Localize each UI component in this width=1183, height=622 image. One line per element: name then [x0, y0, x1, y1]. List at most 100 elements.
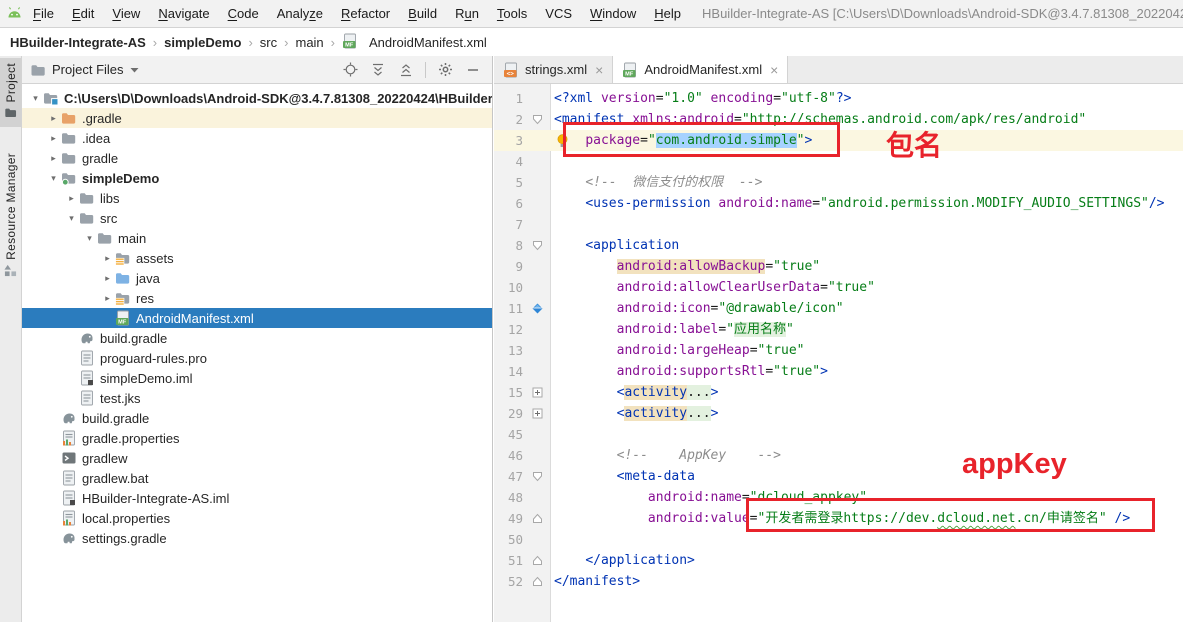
editor-tab-androidmanifest.xml[interactable]: MFAndroidManifest.xml×: [613, 56, 788, 83]
code-line-49[interactable]: 49 android:value="开发者需登录https://dev.dclo…: [494, 508, 1183, 529]
menu-item-help[interactable]: Help: [645, 6, 690, 21]
fold-marker-icon[interactable]: [528, 550, 547, 571]
fold-marker-icon[interactable]: [528, 571, 547, 592]
fold-marker-icon[interactable]: [528, 235, 547, 256]
collapse-all-icon[interactable]: [395, 59, 417, 81]
tree-item-res[interactable]: ▸res: [22, 288, 492, 308]
fold-marker-icon[interactable]: [528, 382, 547, 403]
menu-item-code[interactable]: Code: [219, 6, 268, 21]
code-line-7[interactable]: 7: [494, 214, 1183, 235]
tree-item-simpledemo[interactable]: ▾simpleDemo: [22, 168, 492, 188]
code-line-5[interactable]: 5 <!-- 微信支付的权限 -->: [494, 172, 1183, 193]
chevron-right-icon[interactable]: ▸: [46, 133, 61, 144]
hide-panel-icon[interactable]: [462, 59, 484, 81]
view-selector[interactable]: Project Files: [52, 62, 124, 77]
breadcrumb-item[interactable]: AndroidManifest.xml: [369, 35, 487, 50]
code-line-9[interactable]: 9 android:allowBackup="true": [494, 256, 1183, 277]
tree-item-libs[interactable]: ▸libs: [22, 188, 492, 208]
tree-item-gradle[interactable]: ▸gradle: [22, 148, 492, 168]
code-line-47[interactable]: 47 <meta-data: [494, 466, 1183, 487]
tree-item-test.jks[interactable]: test.jks: [22, 388, 492, 408]
tree-item-label: HBuilder-Integrate-AS.iml: [82, 491, 229, 506]
code-line-51[interactable]: 51 </application>: [494, 550, 1183, 571]
menu-item-edit[interactable]: Edit: [63, 6, 103, 21]
chevron-right-icon[interactable]: ▸: [46, 153, 61, 164]
tree-item-settings.gradle[interactable]: settings.gradle: [22, 528, 492, 548]
tree-item-proguard-rules.pro[interactable]: proguard-rules.pro: [22, 348, 492, 368]
code-line-1[interactable]: 1<?xml version="1.0" encoding="utf-8"?>: [494, 88, 1183, 109]
tree-item-gradle.properties[interactable]: gradle.properties: [22, 428, 492, 448]
tree-item-local.properties[interactable]: local.properties: [22, 508, 492, 528]
tree-item-simpledemo.iml[interactable]: simpleDemo.iml: [22, 368, 492, 388]
tree-item-gradlew[interactable]: gradlew: [22, 448, 492, 468]
chevron-right-icon[interactable]: ▸: [100, 273, 115, 284]
code-line-50[interactable]: 50: [494, 529, 1183, 550]
close-tab-icon[interactable]: ×: [770, 63, 778, 77]
code-line-2[interactable]: 2<manifest xmlns:android="http://schemas…: [494, 109, 1183, 130]
menu-item-refactor[interactable]: Refactor: [332, 6, 399, 21]
chevron-down-icon[interactable]: ▾: [28, 93, 43, 104]
code-line-52[interactable]: 52</manifest>: [494, 571, 1183, 592]
code-line-13[interactable]: 13 android:largeHeap="true": [494, 340, 1183, 361]
code-line-15[interactable]: 15 <activity...>: [494, 382, 1183, 403]
fold-marker-icon[interactable]: [528, 466, 547, 487]
settings-gear-icon[interactable]: [434, 59, 456, 81]
menu-item-build[interactable]: Build: [399, 6, 446, 21]
stripe-tab-resource-manager[interactable]: Resource Manager: [0, 148, 21, 285]
code-line-11[interactable]: 11 android:icon="@drawable/icon": [494, 298, 1183, 319]
code-line-14[interactable]: 14 android:supportsRtl="true">: [494, 361, 1183, 382]
tree-item-java[interactable]: ▸java: [22, 268, 492, 288]
fold-marker-icon[interactable]: [528, 508, 547, 529]
breadcrumb-item[interactable]: HBuilder-Integrate-AS: [10, 35, 146, 50]
menu-item-tools[interactable]: Tools: [488, 6, 536, 21]
code-line-8[interactable]: 8 <application: [494, 235, 1183, 256]
close-tab-icon[interactable]: ×: [595, 63, 603, 77]
tree-item-.gradle[interactable]: ▸.gradle: [22, 108, 492, 128]
menu-item-analyze[interactable]: Analyze: [268, 6, 332, 21]
code-line-12[interactable]: 12 android:label="应用名称": [494, 319, 1183, 340]
fold-marker-icon[interactable]: [528, 109, 547, 130]
tree-item-hbuilder-integrate-as.iml[interactable]: HBuilder-Integrate-AS.iml: [22, 488, 492, 508]
breadcrumb-item[interactable]: main: [295, 35, 323, 50]
code-editor[interactable]: 1<?xml version="1.0" encoding="utf-8"?>2…: [494, 84, 1183, 622]
chevron-right-icon[interactable]: ▸: [46, 113, 61, 124]
menu-item-run[interactable]: Run: [446, 6, 488, 21]
tree-item-build.gradle[interactable]: build.gradle: [22, 328, 492, 348]
fold-marker-icon[interactable]: [528, 403, 547, 424]
breadcrumb-item[interactable]: src: [260, 35, 277, 50]
editor-tab-strings.xml[interactable]: <>strings.xml×: [494, 56, 613, 83]
menu-item-view[interactable]: View: [103, 6, 149, 21]
code-line-3[interactable]: 3 package="com.android.simple">: [494, 130, 1183, 151]
chevron-down-icon[interactable]: [130, 67, 139, 73]
menu-item-file[interactable]: File: [24, 6, 63, 21]
chevron-down-icon[interactable]: ▾: [64, 213, 79, 224]
tree-item-build.gradle[interactable]: build.gradle: [22, 408, 492, 428]
chevron-down-icon[interactable]: ▾: [82, 233, 97, 244]
code-line-48[interactable]: 48 android:name="dcloud_appkey": [494, 487, 1183, 508]
drawable-preview-icon[interactable]: [528, 298, 547, 319]
chevron-right-icon[interactable]: ▸: [100, 253, 115, 264]
stripe-tab-project[interactable]: Project: [0, 58, 21, 127]
menu-item-navigate[interactable]: Navigate: [149, 6, 218, 21]
tree-item-main[interactable]: ▾main: [22, 228, 492, 248]
code-line-6[interactable]: 6 <uses-permission android:name="android…: [494, 193, 1183, 214]
chevron-down-icon[interactable]: ▾: [46, 173, 61, 184]
chevron-right-icon[interactable]: ▸: [100, 293, 115, 304]
tree-item-androidmanifest.xml[interactable]: MFAndroidManifest.xml: [22, 308, 492, 328]
code-line-45[interactable]: 45: [494, 424, 1183, 445]
tree-item-c-users-d-downloads-android-sdk-3.4.7.81[interactable]: ▾C:\Users\D\Downloads\Android-SDK@3.4.7.…: [22, 88, 492, 108]
chevron-right-icon[interactable]: ▸: [64, 193, 79, 204]
tree-item-assets[interactable]: ▸assets: [22, 248, 492, 268]
code-line-46[interactable]: 46 <!-- AppKey -->: [494, 445, 1183, 466]
breadcrumb-item[interactable]: simpleDemo: [164, 35, 241, 50]
code-line-4[interactable]: 4: [494, 151, 1183, 172]
tree-item-gradlew.bat[interactable]: gradlew.bat: [22, 468, 492, 488]
code-line-29[interactable]: 29 <activity...>: [494, 403, 1183, 424]
menu-item-vcs[interactable]: VCS: [536, 6, 581, 21]
locate-icon[interactable]: [339, 59, 361, 81]
tree-item-src[interactable]: ▾src: [22, 208, 492, 228]
expand-all-icon[interactable]: [367, 59, 389, 81]
tree-item-.idea[interactable]: ▸.idea: [22, 128, 492, 148]
code-line-10[interactable]: 10 android:allowClearUserData="true": [494, 277, 1183, 298]
menu-item-window[interactable]: Window: [581, 6, 645, 21]
